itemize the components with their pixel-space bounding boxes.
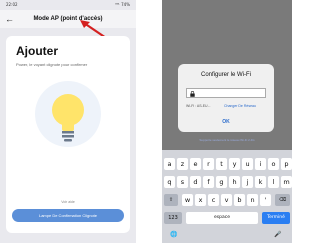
backspace-key[interactable]: ⌫ (275, 194, 290, 206)
key[interactable]: a (164, 158, 175, 170)
key[interactable]: c (208, 194, 219, 206)
key[interactable]: g (216, 176, 227, 188)
confirm-blink-button[interactable]: Lampe De Confirmation Clignote (12, 209, 124, 222)
key[interactable]: f (203, 176, 214, 188)
globe-icon[interactable]: 🌐 (170, 231, 177, 238)
space-key[interactable]: espace (186, 212, 258, 224)
card-subtitle: Power, le voyant clignote pour confirmer (16, 62, 88, 67)
wifi-note: Supporte seulement le réseau Wi-Fi 2.4G (199, 138, 255, 142)
wifi-ssid-label: Wi-Fi : AS-EU... (186, 104, 211, 108)
key[interactable]: z (177, 158, 188, 170)
status-time: 22:02 (6, 2, 18, 7)
key[interactable]: p (281, 158, 292, 170)
key[interactable]: s (177, 176, 188, 188)
lock-icon (190, 91, 195, 97)
right-phone-screen: Configurer le Wi-Fi Wi-Fi : AS-EU... Cha… (162, 0, 292, 243)
keyboard-row-3: ⇧ w x c v b n ' ⌫ (162, 194, 292, 208)
microphone-icon[interactable]: 🎤 (274, 231, 281, 238)
key[interactable]: n (247, 194, 258, 206)
screenshot-stage: 22:02 ⁸⁶ᴸ 74% ← Mode AP (point d'accès) … (0, 0, 292, 243)
status-bar: 22:02 ⁸⁶ᴸ 74% (0, 0, 136, 10)
key[interactable]: y (229, 158, 240, 170)
wifi-config-dialog: Configurer le Wi-Fi Wi-Fi : AS-EU... Cha… (178, 64, 274, 132)
key[interactable]: o (268, 158, 279, 170)
key[interactable]: i (255, 158, 266, 170)
help-link[interactable]: Voir aide (0, 200, 136, 204)
enter-key[interactable]: Terminé (262, 212, 290, 224)
card-title: Ajouter (16, 44, 58, 58)
key[interactable]: d (190, 176, 201, 188)
change-network-link[interactable]: Changer De Réseau (224, 104, 256, 108)
left-phone-screen: 22:02 ⁸⁶ᴸ 74% ← Mode AP (point d'accès) … (0, 0, 136, 243)
numbers-key[interactable]: 123 (164, 212, 182, 224)
keyboard-row-4: 123 espace Terminé (162, 212, 292, 226)
key[interactable]: j (242, 176, 253, 188)
key[interactable]: x (195, 194, 206, 206)
key[interactable]: k (255, 176, 266, 188)
key[interactable]: q (164, 176, 175, 188)
status-indicators: ⁸⁶ᴸ 74% (115, 2, 130, 7)
back-arrow-icon[interactable]: ← (5, 13, 14, 25)
dialog-title: Configurer le Wi-Fi (200, 72, 251, 78)
key[interactable]: l (268, 176, 279, 188)
key[interactable]: ' (260, 194, 271, 206)
key[interactable]: r (203, 158, 214, 170)
key[interactable]: u (242, 158, 253, 170)
key[interactable]: b (234, 194, 245, 206)
keyboard-row-2: q s d f g h j k l m (162, 176, 292, 190)
key[interactable]: m (281, 176, 292, 188)
keyboard-row-1: a z e r t y u i o p (162, 158, 292, 172)
keyboard-footer: 🌐 🎤 (162, 230, 292, 243)
key[interactable]: v (221, 194, 232, 206)
wifi-password-field[interactable] (186, 88, 266, 98)
onscreen-keyboard: a z e r t y u i o p q s d f g h j k l m … (162, 150, 292, 243)
key[interactable]: t (216, 158, 227, 170)
ok-button[interactable]: OK (178, 119, 274, 125)
key[interactable]: h (229, 176, 240, 188)
key[interactable]: w (182, 194, 193, 206)
key[interactable]: e (190, 158, 201, 170)
shift-key[interactable]: ⇧ (164, 194, 178, 206)
light-bulb-icon (35, 81, 101, 147)
